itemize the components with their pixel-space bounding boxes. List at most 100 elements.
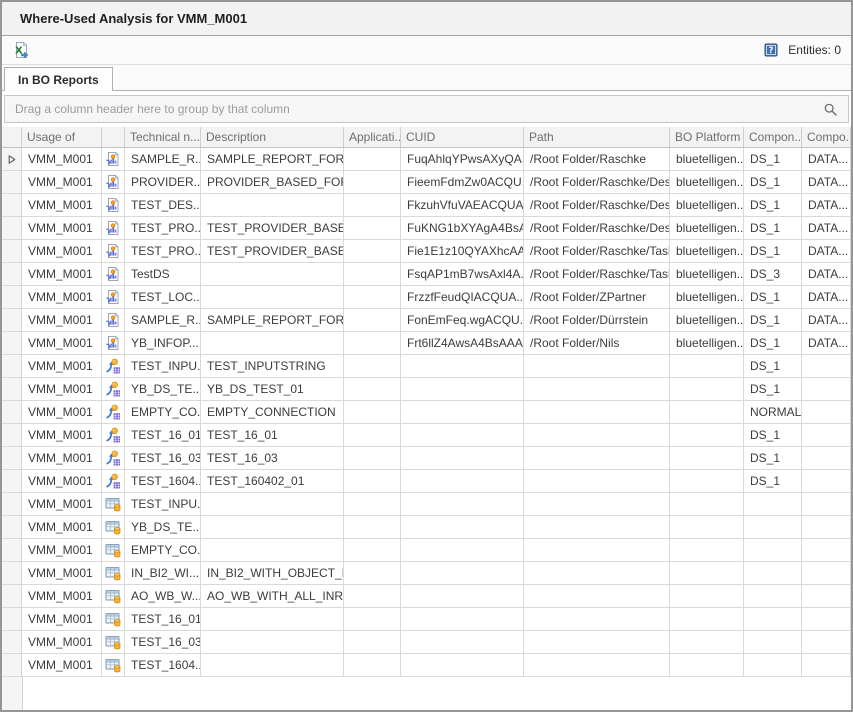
description-cell: [201, 194, 344, 217]
cuid-cell: FieemFdmZw0ACQU...: [401, 171, 524, 194]
bo-platform-cell: [670, 654, 744, 677]
table-row[interactable]: VMM_M001 TEST_1604...: [2, 654, 851, 677]
column-header-bo-platform[interactable]: BO Platform: [670, 127, 744, 148]
row-indicator-cell: [2, 355, 22, 378]
column-header-compo[interactable]: Compo...: [802, 127, 851, 148]
table-row[interactable]: VMM_M001 TEST_INPU... TEST_INPUTSTRING D…: [2, 355, 851, 378]
path-cell: [524, 654, 670, 677]
tab-in-bo-reports[interactable]: In BO Reports: [4, 67, 113, 91]
application-cell: [344, 470, 401, 493]
application-cell: [344, 631, 401, 654]
table-row[interactable]: VMM_M001 TEST_16_03 TEST_16_03 DS_1: [2, 447, 851, 470]
usage-of-cell: VMM_M001: [22, 447, 102, 470]
table-row[interactable]: VMM_M001 TEST_PRO... TEST_PROVIDER_BASED…: [2, 217, 851, 240]
table-row[interactable]: VMM_M001 EMPTY_CO... EMPTY_CONNECTION NO…: [2, 401, 851, 424]
component2-cell: DATA...: [802, 309, 851, 332]
description-cell: PROVIDER_BASED_FOR_...: [201, 171, 344, 194]
component2-cell: DATA...: [802, 286, 851, 309]
description-cell: [201, 286, 344, 309]
description-cell: [201, 263, 344, 286]
column-header-usage-of[interactable]: Usage of: [22, 127, 102, 148]
table-row[interactable]: VMM_M001 EMPTY_CO...: [2, 539, 851, 562]
path-cell: /Root Folder/Dürrstein: [524, 309, 670, 332]
technical-name-cell: TEST_1604...: [125, 654, 201, 677]
technical-name-cell: TEST_INPU...: [125, 355, 201, 378]
cuid-cell: FuqAhlqYPwsAXyQA...: [401, 148, 524, 171]
column-header-blank: [102, 127, 125, 148]
table-row[interactable]: VMM_M001 AO_WB_W... AO_WB_WITH_ALL_INROV: [2, 585, 851, 608]
path-cell: [524, 401, 670, 424]
usage-of-cell: VMM_M001: [22, 332, 102, 355]
table-row[interactable]: VMM_M001 IN_BI2_WI... IN_BI2_WITH_OBJECT…: [2, 562, 851, 585]
entity-icon-cell: [102, 263, 125, 286]
application-cell: [344, 194, 401, 217]
column-header-applicati[interactable]: Applicati...: [344, 127, 401, 148]
bo-platform-cell: bluetelligen...: [670, 263, 744, 286]
bo-platform-cell: [670, 493, 744, 516]
grid-header: Usage of Technical n...DescriptionApplica…: [2, 127, 851, 148]
table-row[interactable]: VMM_M001 SAMPLE_R... SAMPLE_REPORT_FOR_T…: [2, 309, 851, 332]
bo-platform-cell: bluetelligen...: [670, 332, 744, 355]
tab-strip: In BO Reports: [2, 65, 851, 91]
magnifier-icon[interactable]: [823, 102, 838, 117]
component2-cell: [802, 447, 851, 470]
bo-platform-cell: [670, 539, 744, 562]
table-row[interactable]: VMM_M001 SAMPLE_R... SAMPLE_REPORT_FOR_T…: [2, 148, 851, 171]
column-header-cuid[interactable]: CUID: [401, 127, 524, 148]
row-indicator-cell: [2, 631, 22, 654]
excel-export-icon[interactable]: X: [10, 39, 32, 61]
description-cell: [201, 654, 344, 677]
table-row[interactable]: VMM_M001 TEST_16_01 TEST_16_01 DS_1: [2, 424, 851, 447]
table-row[interactable]: VMM_M001 YB_INFOP... Frt6llZ4AwsA4BsAAA.…: [2, 332, 851, 355]
entity-icon-cell: [102, 355, 125, 378]
technical-name-cell: TEST_16_01: [125, 424, 201, 447]
path-cell: [524, 470, 670, 493]
technical-name-cell: TEST_16_01: [125, 608, 201, 631]
usage-of-cell: VMM_M001: [22, 654, 102, 677]
table-row[interactable]: VMM_M001 TEST_INPU...: [2, 493, 851, 516]
technical-name-cell: TestDS: [125, 263, 201, 286]
description-cell: [201, 631, 344, 654]
table-row[interactable]: VMM_M001 TEST_DES... FkzuhVfuVAEACQUA...…: [2, 194, 851, 217]
table-row[interactable]: VMM_M001 TEST_1604... TEST_160402_01 DS_…: [2, 470, 851, 493]
table-row[interactable]: VMM_M001 TEST_16_03: [2, 631, 851, 654]
table-row[interactable]: VMM_M001 YB_DS_TE... YB_DS_TEST_01 DS_1: [2, 378, 851, 401]
help-book-icon[interactable]: ?: [760, 39, 782, 61]
column-header-description[interactable]: Description: [201, 127, 344, 148]
cuid-cell: [401, 355, 524, 378]
path-cell: /Root Folder/Raschke/Desi...: [524, 171, 670, 194]
table-row[interactable]: VMM_M001 TEST_16_01: [2, 608, 851, 631]
path-cell: /Root Folder/Raschke/Task...: [524, 263, 670, 286]
table-row[interactable]: VMM_M001 YB_DS_TE...: [2, 516, 851, 539]
tab-label: In BO Reports: [18, 73, 99, 87]
column-header-technical-n[interactable]: Technical n...: [125, 127, 201, 148]
component2-cell: [802, 424, 851, 447]
technical-name-cell: SAMPLE_R...: [125, 148, 201, 171]
db-table-icon: [105, 611, 121, 627]
toolbar: X ? Entities: 0: [2, 36, 851, 65]
usage-of-cell: VMM_M001: [22, 286, 102, 309]
row-indicator-cell: [2, 217, 22, 240]
db-table-icon: [105, 588, 121, 604]
group-bar-wrap: Drag a column header here to group by th…: [2, 91, 851, 127]
component-cell: DS_1: [744, 240, 802, 263]
table-row[interactable]: VMM_M001 PROVIDER... PROVIDER_BASED_FOR_…: [2, 171, 851, 194]
usage-of-cell: VMM_M001: [22, 539, 102, 562]
component-cell: DS_1: [744, 309, 802, 332]
column-header-path[interactable]: Path: [524, 127, 670, 148]
application-cell: [344, 608, 401, 631]
technical-name-cell: TEST_PRO...: [125, 217, 201, 240]
table-row[interactable]: VMM_M001 TEST_PRO... TEST_PROVIDER_BASED…: [2, 240, 851, 263]
usage-of-cell: VMM_M001: [22, 585, 102, 608]
application-cell: [344, 309, 401, 332]
table-row[interactable]: VMM_M001 TEST_LOC... FrzzfFeudQIACQUA...…: [2, 286, 851, 309]
table-row[interactable]: VMM_M001 TestDS FsqAP1mB7wsAxl4A... /Roo…: [2, 263, 851, 286]
connection-icon: [105, 473, 121, 489]
component2-cell: DATA...: [802, 148, 851, 171]
group-by-drop-zone[interactable]: Drag a column header here to group by th…: [4, 95, 849, 123]
bo-platform-cell: bluetelligen...: [670, 309, 744, 332]
column-header-compon[interactable]: Compon...: [744, 127, 802, 148]
path-cell: [524, 355, 670, 378]
technical-name-cell: TEST_16_03: [125, 447, 201, 470]
description-cell: [201, 332, 344, 355]
